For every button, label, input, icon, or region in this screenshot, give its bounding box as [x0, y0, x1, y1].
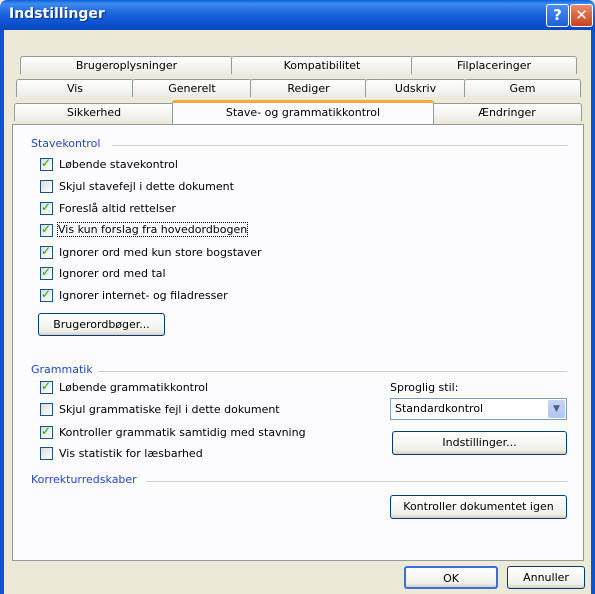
label-kontroller-grammatik[interactable]: Kontroller grammatik samtidig med stavni… — [59, 426, 306, 439]
title-bar[interactable]: Indstillinger ? ✕ — [0, 0, 595, 30]
tab-brugeroplysninger[interactable]: Brugeroplysninger — [20, 56, 233, 74]
writing-style-select[interactable]: Standardkontrol ▼ — [390, 398, 567, 420]
proofing-group-label: Korrekturredskaber — [31, 473, 137, 486]
label-vis-statistik[interactable]: Vis statistik for læsbarhed — [59, 447, 203, 460]
tab-udskriv[interactable]: Udskriv — [365, 79, 466, 97]
checkbox-vis-kun-hovedordbogen[interactable] — [40, 222, 53, 237]
window-border-left — [0, 30, 4, 594]
tab-filplaceringer[interactable]: Filplaceringer — [411, 56, 577, 74]
label-ignorer-ord-med-tal[interactable]: Ignorer ord med tal — [59, 267, 166, 280]
checkbox-kontroller-grammatik[interactable] — [40, 424, 53, 439]
grammar-group-divider — [98, 371, 567, 372]
tab-aendringer[interactable]: Ændringer — [432, 103, 582, 121]
label-vis-kun-hovedordbogen[interactable]: Vis kun forslag fra hovedordbogen — [56, 222, 249, 237]
options-dialog: Indstillinger ? ✕ Brugeroplysninger Komp… — [0, 0, 595, 594]
tab-rediger[interactable]: Rediger — [250, 79, 367, 97]
help-icon[interactable]: ? — [546, 4, 569, 27]
writing-style-label: Sproglig stil: — [390, 381, 459, 394]
checkbox-loebende-stavekontrol[interactable] — [40, 156, 53, 171]
proofing-group-divider — [146, 481, 567, 482]
ok-button[interactable]: OK — [404, 566, 498, 589]
tab-kompatibilitet[interactable]: Kompatibilitet — [231, 56, 413, 74]
window-border-right — [591, 30, 595, 594]
cancel-button[interactable]: Annuller — [507, 566, 585, 589]
chevron-down-icon[interactable]: ▼ — [548, 400, 565, 418]
tab-generelt[interactable]: Generelt — [132, 79, 252, 97]
tab-stave-og-grammatikkontrol[interactable]: Stave- og grammatikkontrol — [172, 100, 434, 124]
user-dictionaries-button[interactable]: Brugerordbøger... — [38, 313, 165, 336]
spelling-group-divider — [112, 145, 567, 146]
label-skjul-stavefejl[interactable]: Skjul stavefejl i dette dokument — [59, 180, 234, 193]
label-ignorer-adresser[interactable]: Ignorer internet- og filadresser — [59, 289, 228, 302]
checkbox-foreslaa-rettelser[interactable] — [40, 200, 53, 215]
spelling-group-label: Stavekontrol — [31, 137, 101, 150]
grammar-group-label: Grammatik — [31, 363, 93, 376]
checkbox-skjul-grammatiske-fejl[interactable] — [40, 403, 53, 416]
tab-gem[interactable]: Gem — [464, 79, 581, 97]
checkbox-ignorer-store-bogstaver[interactable] — [40, 244, 53, 259]
window-title: Indstillinger — [9, 6, 105, 22]
checkbox-loebende-grammatikkontrol[interactable] — [40, 379, 53, 394]
label-skjul-grammatiske-fejl[interactable]: Skjul grammatiske fejl i dette dokument — [59, 403, 280, 416]
recheck-document-button[interactable]: Kontroller dokumentet igen — [390, 495, 567, 519]
grammar-settings-button[interactable]: Indstillinger... — [392, 431, 567, 455]
label-loebende-grammatikkontrol[interactable]: Løbende grammatikkontrol — [59, 381, 208, 394]
label-ignorer-store-bogstaver[interactable]: Ignorer ord med kun store bogstaver — [59, 246, 262, 259]
label-loebende-stavekontrol[interactable]: Løbende stavekontrol — [59, 158, 178, 171]
tab-vis[interactable]: Vis — [16, 79, 134, 97]
writing-style-value: Standardkontrol — [395, 402, 484, 415]
checkbox-ignorer-adresser[interactable] — [40, 287, 53, 302]
checkbox-vis-statistik[interactable] — [40, 447, 53, 460]
close-icon[interactable]: ✕ — [570, 4, 593, 27]
checkbox-skjul-stavefejl[interactable] — [40, 180, 53, 193]
tab-sikkerhed[interactable]: Sikkerhed — [14, 103, 174, 121]
label-foreslaa-rettelser[interactable]: Foreslå altid rettelser — [59, 202, 176, 215]
checkbox-ignorer-ord-med-tal[interactable] — [40, 265, 53, 280]
